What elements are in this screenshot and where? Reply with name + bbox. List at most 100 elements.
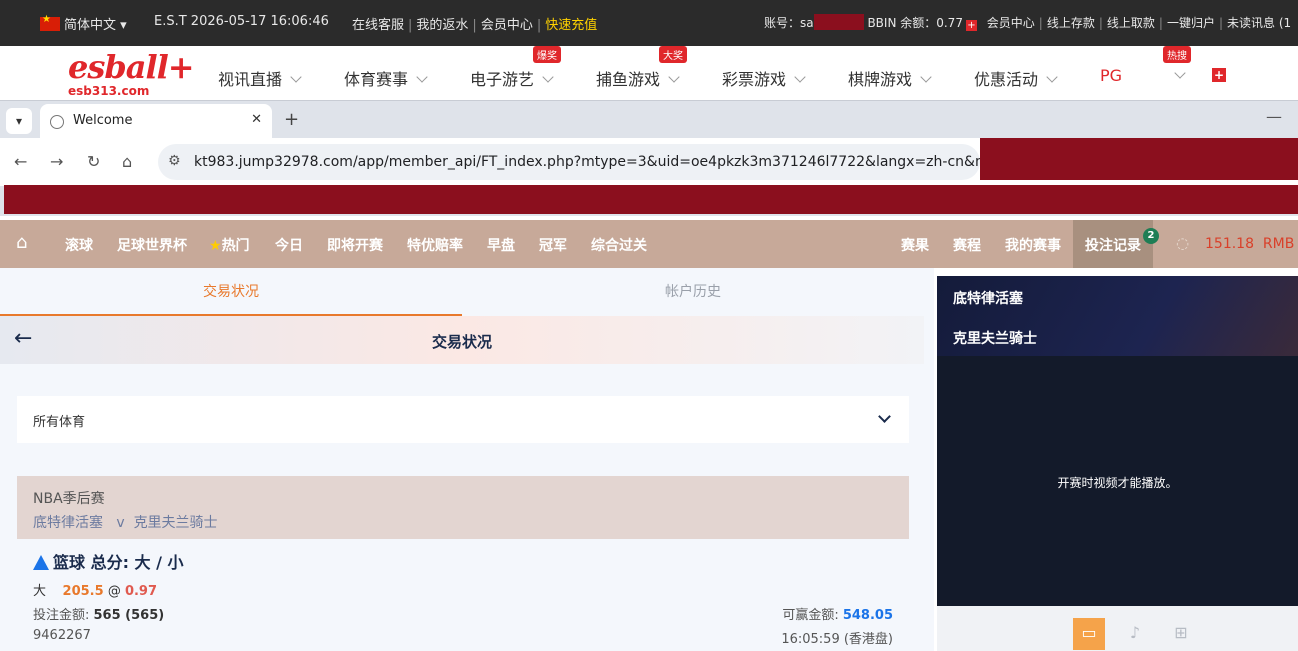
site-settings-icon[interactable]: ⚙ <box>168 153 181 169</box>
nav-bet-history[interactable]: 投注记录 <box>1085 235 1141 255</box>
stake: 投注金额: 565 (565) <box>33 608 165 623</box>
chevron-down-icon <box>290 71 302 83</box>
court-icon[interactable]: ⊞ <box>1165 618 1197 650</box>
back-arrow-icon[interactable]: ← <box>14 152 27 171</box>
bet-count-badge: 2 <box>1143 228 1159 244</box>
red-banner <box>4 185 1298 214</box>
match-card: NBA季后赛 底特律活塞 v 克里夫兰骑士 <box>17 476 909 539</box>
url-text: kt983.jump32978.com/app/member_api/FT_in… <box>194 154 1006 170</box>
video-home-team: 底特律活塞 <box>953 291 1023 307</box>
nav-schedule[interactable]: 赛程 <box>953 235 981 255</box>
nav-world-cup[interactable]: 足球世界杯 <box>117 235 187 255</box>
link-unread[interactable]: 未读讯息 (1 <box>1227 16 1291 30</box>
video-controls: ▭ ♪ ⊞ <box>937 606 1298 651</box>
nav-more[interactable] <box>1166 66 1186 85</box>
nav-upcoming[interactable]: 即将开赛 <box>327 235 383 255</box>
reload-icon[interactable]: ↻ <box>87 152 100 171</box>
minimize-button[interactable]: — <box>1266 107 1282 126</box>
ticket-id: 9462267 <box>33 628 91 643</box>
globe-icon <box>50 115 64 129</box>
nav-hot[interactable]: ★热门 <box>209 235 250 255</box>
league-name: NBA季后赛 <box>33 491 105 507</box>
nav-best-odds[interactable]: 特优赔率 <box>407 235 463 255</box>
nav-slots[interactable]: 电子游艺 <box>470 66 554 90</box>
bet-title: 篮球 总分: 大 / 小 <box>33 549 184 573</box>
chevron-down-icon <box>920 71 932 83</box>
home-icon[interactable]: ⌂ <box>16 232 27 253</box>
star-icon: ★ <box>209 238 222 254</box>
account-info: 账号：sa BBIN 余额：0.77 + 会员中心 | 线上存款 | 线上取款 | 一键归户 |… <box>764 14 1292 31</box>
video-away-team: 克里夫兰骑士 <box>953 331 1037 347</box>
tab-title: Welcome <box>73 113 133 128</box>
badge-slots: 爆奖 <box>533 46 561 63</box>
close-icon[interactable]: ✕ <box>251 112 262 127</box>
chevron-down-icon <box>1174 67 1186 79</box>
link-member-center[interactable]: 会员中心 <box>481 18 533 33</box>
home-icon[interactable]: ⌂ <box>122 152 132 171</box>
bet-time: 16:05:59 (香港盘) <box>781 632 893 647</box>
redacted-bar <box>980 138 1298 180</box>
bet-selection: 大 205.5 @ 0.97 <box>33 584 158 599</box>
nav-outright[interactable]: 冠军 <box>539 235 567 255</box>
language-selector[interactable]: 简体中文 ▾ <box>40 14 127 33</box>
link-quick-topup[interactable]: 快速充值 <box>545 18 597 33</box>
tv-icon[interactable]: ▭ <box>1073 618 1105 650</box>
chevron-down-icon <box>416 71 428 83</box>
sport-filter-dropdown[interactable]: 所有体育 <box>17 396 909 443</box>
badge-fishing: 大奖 <box>659 46 687 63</box>
logo-domain: esb313.com <box>68 84 150 98</box>
nav-today[interactable]: 今日 <box>275 235 303 255</box>
panel-header: ← 交易状况 <box>0 316 924 364</box>
chevron-down-icon <box>794 71 806 83</box>
china-flag-icon <box>40 14 60 31</box>
link-rebate[interactable]: 我的返水 <box>416 18 468 33</box>
link-member-center-2[interactable]: 会员中心 <box>987 16 1035 30</box>
nav-early[interactable]: 早盘 <box>487 235 515 255</box>
forward-arrow-icon[interactable]: → <box>50 152 63 171</box>
nav-in-play[interactable]: 滚球 <box>65 235 93 255</box>
chevron-down-icon <box>668 71 680 83</box>
plus-icon[interactable]: + <box>965 20 977 31</box>
nav-live-video[interactable]: 视讯直播 <box>218 66 302 90</box>
eye-slash-icon[interactable]: ◌ <box>1176 234 1189 252</box>
warning-icon <box>33 555 49 570</box>
link-deposit[interactable]: 线上存款 <box>1047 16 1095 30</box>
potential-win: 可赢金额: 548.05 <box>782 608 893 623</box>
nav-fishing[interactable]: 捕鱼游戏 <box>596 66 680 90</box>
match-teams: 底特律活塞 v 克里夫兰骑士 <box>33 515 218 531</box>
browser-window: ▾ Welcome ✕ + — ← → ↻ ⌂ ⚙ kt983.jump3297… <box>0 100 1298 216</box>
microphone-icon[interactable]: ♪ <box>1119 618 1151 650</box>
video-header: 底特律活塞 克里夫兰骑士 <box>937 276 1298 356</box>
badge-hot: 热搜 <box>1163 46 1191 63</box>
nav-sports[interactable]: 体育赛事 <box>344 66 428 90</box>
nav-lottery[interactable]: 彩票游戏 <box>722 66 806 90</box>
tab-account-history[interactable]: 帐户历史 <box>462 268 924 316</box>
link-online-service[interactable]: 在线客服 <box>352 18 404 33</box>
nav-parlay[interactable]: 综合过关 <box>591 235 647 255</box>
filter-value: 所有体育 <box>33 415 86 430</box>
address-bar[interactable]: ⚙ kt983.jump32978.com/app/member_api/FT_… <box>158 144 1006 180</box>
browser-tab[interactable]: Welcome ✕ <box>40 104 272 138</box>
main-panel: 交易状况 帐户历史 ← 交易状况 所有体育 NBA季后赛 底特律活塞 v 克里夫… <box>0 268 934 651</box>
nav-results[interactable]: 赛果 <box>901 235 929 255</box>
nav-my-events[interactable]: 我的赛事 <box>1005 235 1061 255</box>
link-merge[interactable]: 一键归户 <box>1167 16 1215 30</box>
top-links: 在线客服 | 我的返水 | 会员中心 | 快速充值 <box>352 18 598 33</box>
esball-logo[interactable]: esball+ <box>68 50 195 84</box>
new-tab-button[interactable]: + <box>284 109 299 130</box>
nav-chess[interactable]: 棋牌游戏 <box>848 66 932 90</box>
balance-display: 151.18 RMB <box>1205 236 1295 252</box>
plus-icon[interactable]: + <box>1212 68 1226 82</box>
nav-promotions[interactable]: 优惠活动 <box>974 66 1058 90</box>
datetime: E.S.T 2026-05-17 16:06:46 <box>154 14 329 29</box>
video-message: 开赛时视频才能播放。 <box>1057 476 1178 490</box>
page-title: 交易状况 <box>431 333 492 351</box>
nav-pg[interactable]: PG <box>1100 66 1122 85</box>
chevron-down-icon <box>1046 71 1058 83</box>
link-withdraw[interactable]: 线上取款 <box>1107 16 1155 30</box>
video-panel: 底特律活塞 克里夫兰骑士 开赛时视频才能播放。 ▭ ♪ ⊞ <box>937 276 1298 651</box>
browser-toolbar: ← → ↻ ⌂ ⚙ kt983.jump32978.com/app/member… <box>0 138 1298 186</box>
chevron-down-icon <box>542 71 554 83</box>
tab-trade-status[interactable]: 交易状况 <box>0 268 462 316</box>
tab-list-button[interactable]: ▾ <box>6 108 32 134</box>
